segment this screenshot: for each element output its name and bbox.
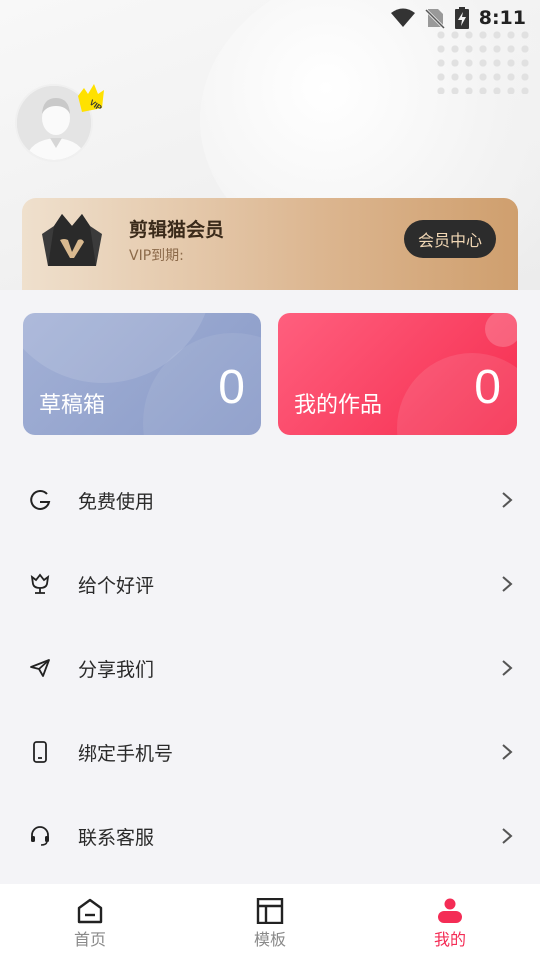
vip-crown-badge-icon: VIP bbox=[78, 84, 104, 113]
g-letter-icon bbox=[28, 488, 52, 512]
chevron-right-icon bbox=[502, 828, 513, 844]
chevron-right-icon bbox=[502, 744, 513, 760]
tab-templates[interactable]: 模板 bbox=[180, 884, 360, 960]
chevron-right-icon bbox=[502, 492, 513, 508]
menu-item-customer-service[interactable]: 联系客服 bbox=[0, 794, 540, 878]
my-works-label: 我的作品 bbox=[294, 393, 383, 418]
status-time: 8:11 bbox=[478, 7, 526, 29]
menu-item-share[interactable]: 分享我们 bbox=[0, 626, 540, 710]
vip-crown-icon bbox=[42, 214, 102, 266]
tab-home-label: 首页 bbox=[73, 930, 106, 949]
bottom-tab-bar: 首页 模板 我的 bbox=[0, 884, 540, 960]
vip-expiry-label: VIP到期: bbox=[129, 248, 184, 264]
my-works-count: 0 bbox=[474, 361, 501, 414]
menu-item-label: 免费使用 bbox=[78, 490, 155, 513]
template-icon bbox=[256, 898, 284, 924]
member-center-button[interactable]: 会员中心 bbox=[403, 220, 496, 258]
dot-pattern bbox=[434, 28, 530, 94]
menu-item-label: 绑定手机号 bbox=[78, 742, 174, 765]
drafts-count: 0 bbox=[218, 361, 245, 414]
menu-item-label: 给个好评 bbox=[78, 574, 155, 597]
tab-templates-label: 模板 bbox=[253, 930, 286, 949]
battery-charging-icon bbox=[454, 7, 469, 29]
wifi-icon bbox=[390, 8, 415, 27]
drafts-card[interactable]: 草稿箱 0 bbox=[23, 313, 261, 435]
menu-item-free-use[interactable]: 免费使用 bbox=[0, 458, 540, 542]
paper-plane-icon bbox=[28, 656, 52, 680]
vip-membership-card[interactable]: 剪辑猫会员 VIP到期: 会员中心 bbox=[22, 198, 518, 294]
person-icon bbox=[438, 898, 462, 923]
vip-title: 剪辑猫会员 bbox=[129, 219, 225, 241]
tab-mine[interactable]: 我的 bbox=[360, 884, 540, 960]
tulip-icon bbox=[28, 572, 52, 596]
menu-item-bind-phone[interactable]: 绑定手机号 bbox=[0, 710, 540, 794]
settings-menu: 免费使用 给个好评 分享我们 绑定手机号 联系客服 bbox=[0, 458, 540, 878]
status-bar: 8:11 bbox=[0, 0, 540, 36]
menu-item-label: 联系客服 bbox=[78, 826, 155, 849]
tab-home[interactable]: 首页 bbox=[0, 884, 180, 960]
phone-icon bbox=[28, 740, 52, 764]
headset-icon bbox=[28, 824, 52, 848]
drafts-label: 草稿箱 bbox=[39, 393, 106, 418]
menu-item-label: 分享我们 bbox=[78, 658, 155, 681]
tab-mine-label: 我的 bbox=[433, 930, 466, 949]
home-icon bbox=[77, 898, 103, 924]
chevron-right-icon bbox=[502, 660, 513, 676]
chevron-right-icon bbox=[502, 576, 513, 592]
no-sim-icon bbox=[424, 8, 445, 29]
my-works-card[interactable]: 我的作品 0 bbox=[278, 313, 517, 435]
menu-item-rate-us[interactable]: 给个好评 bbox=[0, 542, 540, 626]
